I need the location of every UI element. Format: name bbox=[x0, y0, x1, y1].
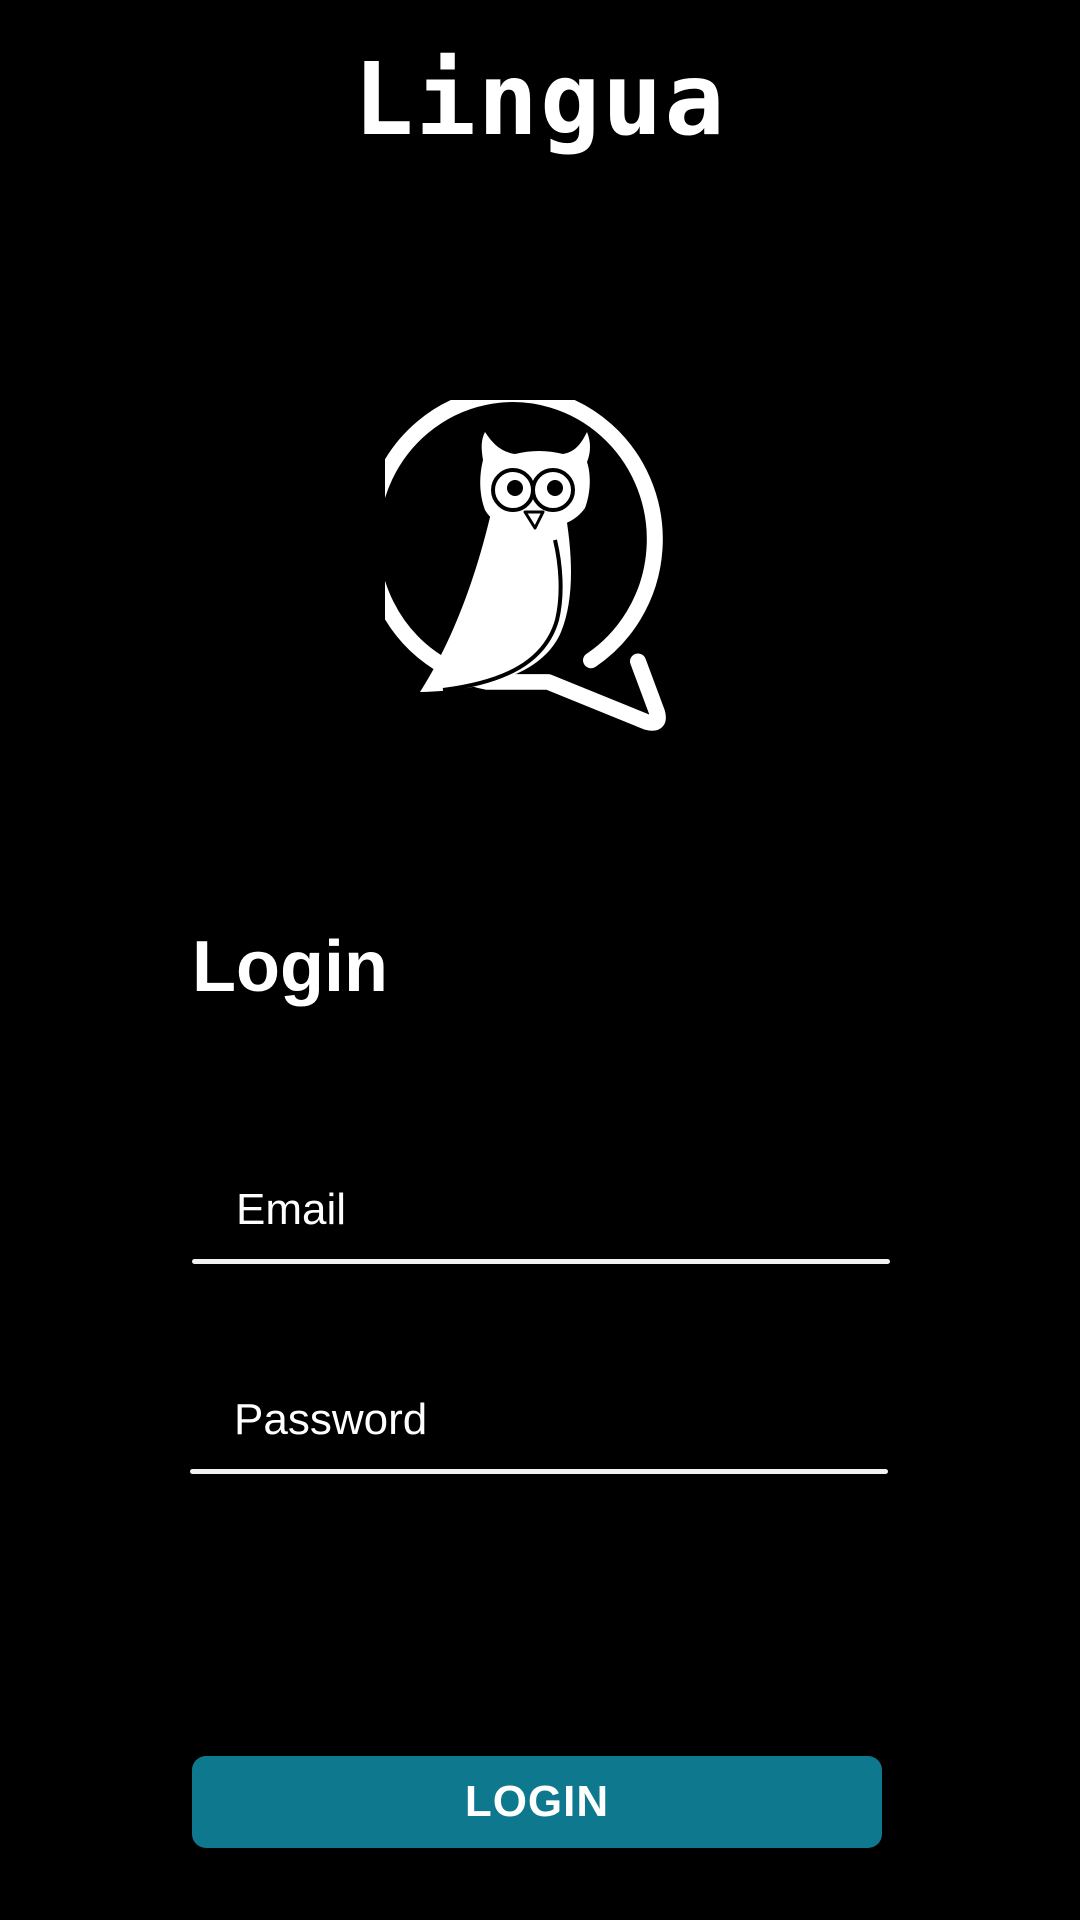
password-input[interactable] bbox=[190, 1374, 888, 1466]
owl-pupil-right bbox=[547, 480, 563, 496]
owl-pupil-left bbox=[507, 480, 523, 496]
app-title: Lingua bbox=[353, 41, 727, 158]
email-field[interactable] bbox=[192, 1164, 890, 1264]
email-input[interactable] bbox=[192, 1164, 890, 1256]
login-heading: Login bbox=[192, 927, 388, 1007]
owl-speech-bubble-icon bbox=[385, 400, 705, 740]
email-underline bbox=[192, 1259, 890, 1264]
login-button[interactable]: LOGIN bbox=[192, 1756, 882, 1848]
password-underline bbox=[190, 1469, 888, 1474]
password-field[interactable] bbox=[190, 1374, 888, 1474]
